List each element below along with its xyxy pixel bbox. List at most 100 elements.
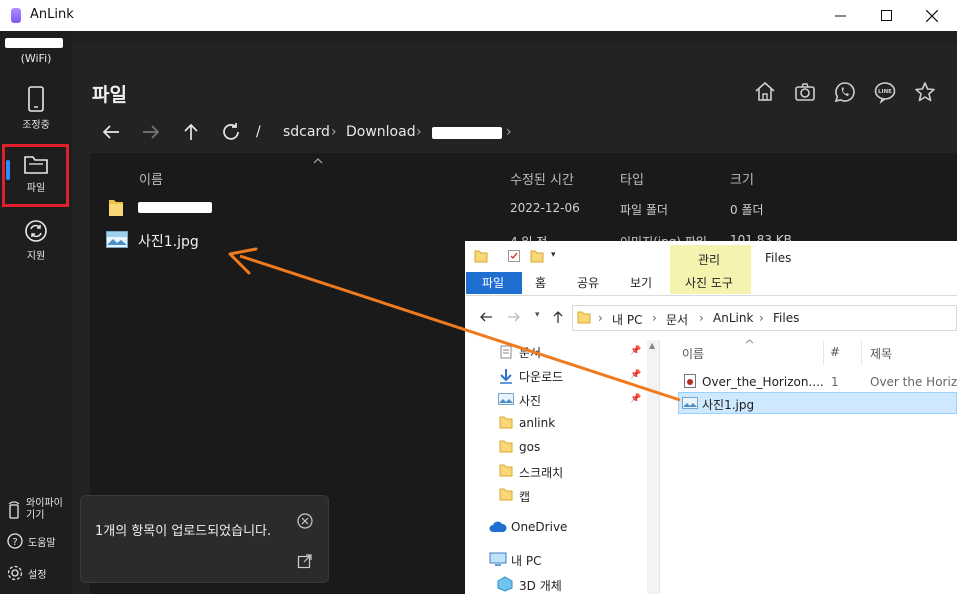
close-button[interactable] xyxy=(909,0,955,31)
sidebar-help[interactable]: ? 도움말 xyxy=(7,533,56,549)
sort-asc-icon[interactable] xyxy=(313,158,323,164)
sidebar-item-files[interactable]: 파일 xyxy=(0,153,72,194)
tab-view[interactable]: 보기 xyxy=(630,274,652,291)
tree-item-scratch[interactable]: 스크래치 xyxy=(519,464,563,481)
tree-item-documents[interactable]: 문서 xyxy=(519,344,541,361)
column-header-title[interactable]: 제목 xyxy=(870,345,892,362)
help-label: 도움말 xyxy=(28,537,56,549)
folder-icon xyxy=(109,200,123,216)
tab-picture-tools[interactable]: 사진 도구 xyxy=(685,274,733,291)
column-divider[interactable] xyxy=(861,341,862,365)
sidebar-item-label: 지원 xyxy=(26,251,46,262)
up-arrow-icon[interactable] xyxy=(552,310,564,324)
folder-icon xyxy=(24,156,48,174)
recent-locations-icon[interactable]: ▾ xyxy=(535,310,540,320)
star-icon[interactable] xyxy=(913,80,937,104)
tab-manage[interactable]: 관리 xyxy=(698,251,720,268)
file-name: Over_the_Horizon.... xyxy=(702,375,824,389)
pin-icon[interactable]: 📌 xyxy=(630,346,641,356)
image-file-icon xyxy=(106,231,128,248)
folder-icon xyxy=(577,311,591,324)
refresh-icon[interactable] xyxy=(220,121,242,143)
column-header-modified[interactable]: 수정된 시간 xyxy=(510,169,574,188)
sort-asc-icon[interactable] xyxy=(745,339,754,344)
refresh-support-icon xyxy=(25,220,47,242)
scroll-up-icon[interactable]: ▲ xyxy=(649,341,655,350)
address-segment-anlink[interactable]: AnLink xyxy=(713,311,753,325)
help-icon: ? xyxy=(7,533,23,549)
upload-toast: 1개의 항목이 업로드되었습니다. xyxy=(80,495,329,583)
sidebar-item-control[interactable]: 조정중 xyxy=(0,86,72,131)
tree-item-this-pc[interactable]: 내 PC xyxy=(511,552,541,569)
page-title: 파일 xyxy=(92,84,127,106)
folder-icon xyxy=(474,250,488,263)
new-folder-icon[interactable] xyxy=(530,249,544,263)
column-header-number[interactable]: # xyxy=(830,345,840,359)
properties-icon[interactable] xyxy=(507,249,521,263)
up-arrow-icon[interactable] xyxy=(180,121,202,143)
device-name-redacted xyxy=(5,38,63,48)
column-header-type[interactable]: 타입 xyxy=(620,169,644,188)
tab-file[interactable]: 파일 xyxy=(482,274,504,291)
breadcrumb-separator: › xyxy=(506,124,512,140)
title-bar: AnLink xyxy=(0,0,957,31)
pin-icon[interactable]: 📌 xyxy=(630,370,641,380)
pane-divider xyxy=(659,340,660,594)
maximize-button[interactable] xyxy=(863,0,909,31)
tree-item-gos[interactable]: gos xyxy=(519,440,540,454)
column-header-name[interactable]: 이름 xyxy=(682,345,704,362)
quick-access-dropdown-icon[interactable]: ▾ xyxy=(551,250,556,260)
3d-objects-icon xyxy=(497,576,513,592)
home-icon[interactable] xyxy=(753,80,777,104)
address-separator: › xyxy=(652,311,657,325)
sidebar-item-label: 파일 xyxy=(26,183,46,194)
breadcrumb-download[interactable]: Download xyxy=(346,124,416,140)
column-divider[interactable] xyxy=(823,341,824,365)
back-arrow-icon[interactable] xyxy=(100,121,122,143)
tab-share[interactable]: 공유 xyxy=(577,274,599,291)
app-logo-icon xyxy=(11,8,21,23)
sidebar-item-support[interactable]: 지원 xyxy=(0,219,72,262)
column-header-size[interactable]: 크기 xyxy=(730,169,754,188)
address-separator: › xyxy=(598,311,603,325)
breadcrumb-root[interactable]: / xyxy=(256,124,261,140)
tree-scrollbar[interactable] xyxy=(647,340,659,594)
folder-icon xyxy=(499,464,513,477)
address-segment-files[interactable]: Files xyxy=(773,311,799,325)
pin-icon[interactable]: 📌 xyxy=(630,394,641,404)
forward-arrow-icon[interactable] xyxy=(507,311,521,323)
whatsapp-icon[interactable] xyxy=(833,80,857,104)
row-size: 0 폴더 xyxy=(730,203,764,217)
line-icon[interactable]: LINE xyxy=(873,80,897,104)
address-segment-documents[interactable]: 문서 xyxy=(666,311,688,328)
column-header-name[interactable]: 이름 xyxy=(139,169,163,188)
tree-item-anlink[interactable]: anlink xyxy=(519,416,555,430)
tree-item-downloads[interactable]: 다운로드 xyxy=(519,368,563,385)
image-file-icon xyxy=(682,397,698,409)
breadcrumb-sdcard[interactable]: sdcard xyxy=(283,124,330,140)
back-arrow-icon[interactable] xyxy=(479,311,493,323)
address-separator: › xyxy=(759,311,764,325)
sidebar: (WiFi) 조정중 파일 지원 와이파이 기기 ? 도움말 설정 xyxy=(0,31,72,594)
sidebar-settings[interactable]: 설정 xyxy=(7,565,46,581)
breadcrumb-redacted[interactable] xyxy=(432,127,502,139)
address-segment-this-pc[interactable]: 내 PC xyxy=(612,311,642,328)
tree-item-3d-objects[interactable]: 3D 개체 xyxy=(519,577,562,594)
svg-text:LINE: LINE xyxy=(878,89,892,95)
sidebar-wifi-device[interactable]: 와이파이 기기 xyxy=(7,498,63,522)
file-name: 사진1.jpg xyxy=(138,234,199,250)
camera-icon[interactable] xyxy=(793,80,817,104)
wifi-device-icon xyxy=(8,501,20,519)
onedrive-icon xyxy=(489,521,507,532)
toast-message: 1개의 항목이 업로드되었습니다. xyxy=(95,524,272,539)
close-circle-icon[interactable] xyxy=(297,513,313,529)
tree-item-capture[interactable]: 캡 xyxy=(519,488,530,505)
settings-label: 설정 xyxy=(28,569,47,581)
tree-item-onedrive[interactable]: OneDrive xyxy=(511,520,567,534)
tree-item-pictures[interactable]: 사진 xyxy=(519,392,541,409)
forward-arrow-icon[interactable] xyxy=(140,121,162,143)
minimize-button[interactable] xyxy=(817,0,863,31)
open-external-icon[interactable] xyxy=(297,553,313,569)
tab-home[interactable]: 홈 xyxy=(535,274,546,291)
wifi-device-label: 와이파이 기기 xyxy=(26,498,63,521)
